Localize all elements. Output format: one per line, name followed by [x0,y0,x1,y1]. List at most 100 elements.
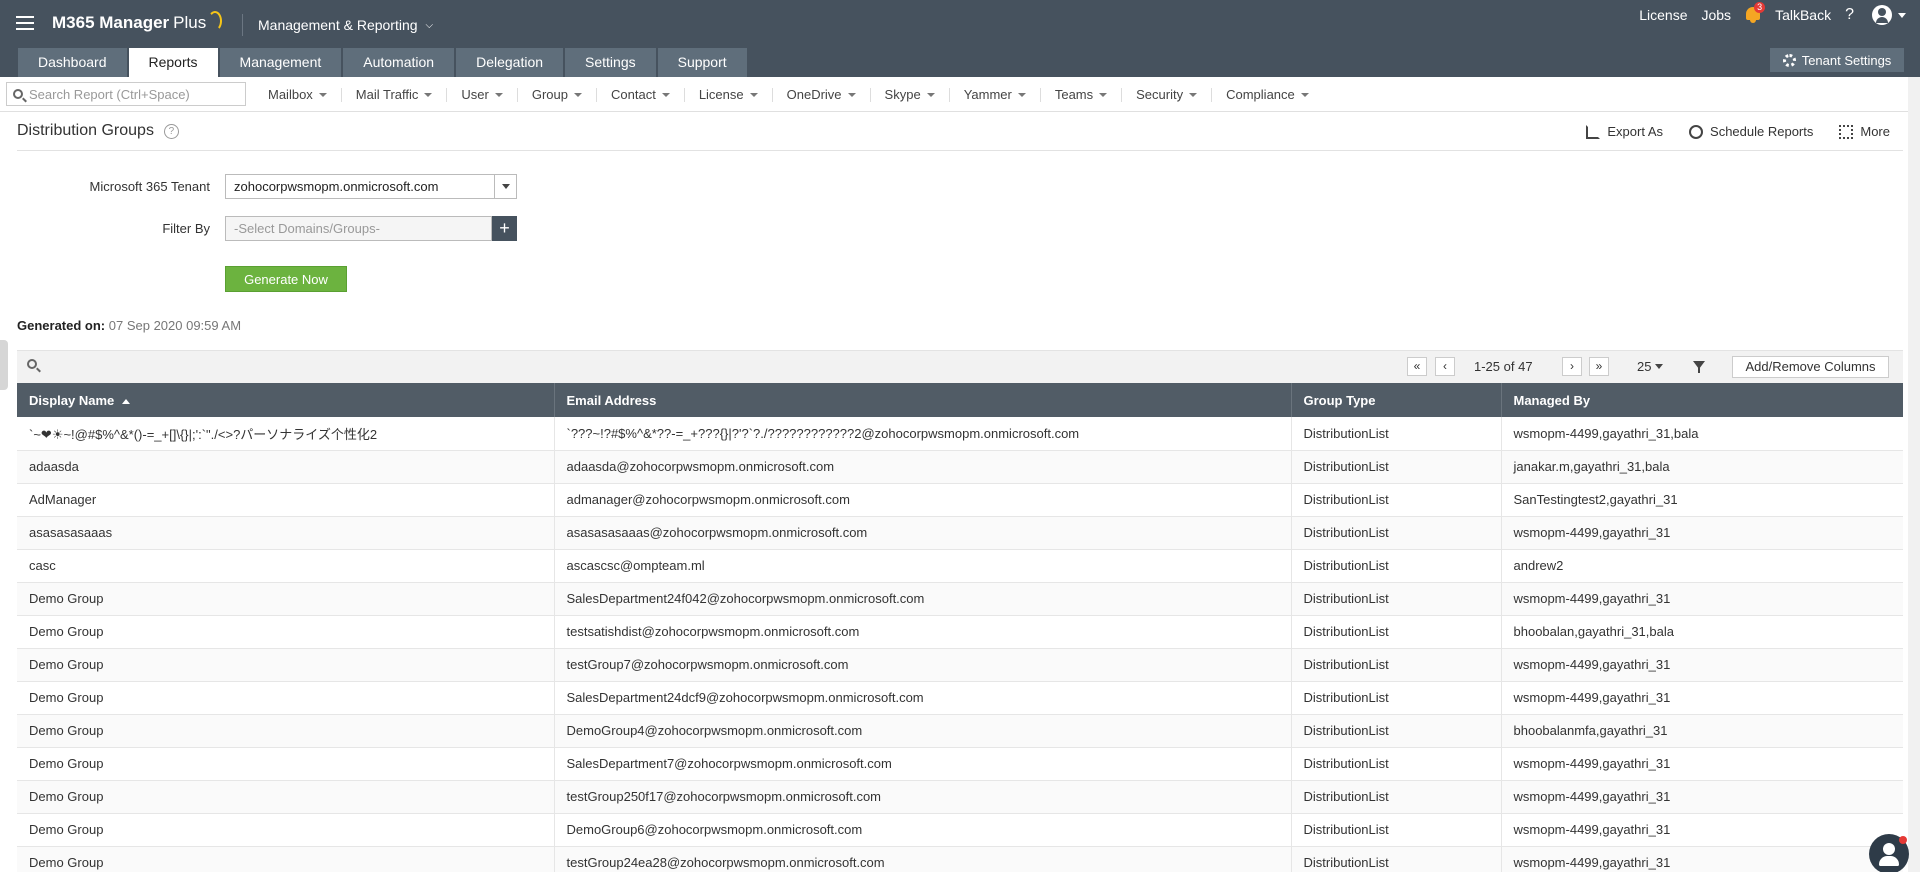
prev-page-button[interactable]: ‹ [1435,357,1455,376]
cell-managed-by: janakar.m,gayathri_31,bala [1501,450,1903,484]
chevron-down-icon [494,92,503,97]
page-scrollbar[interactable] [1908,77,1920,872]
table-row[interactable]: Demo Group SalesDepartment7@zohocorpwsmop… [17,747,1903,781]
chevron-down-icon [1655,364,1664,369]
table-row[interactable]: `~❤☀~!@#$%^&*()-=_+[]\{}|;':`"./<>?パーソナラ… [17,417,1903,451]
first-page-button[interactable]: « [1407,357,1427,376]
cell-email: asasasasaaas@zohocorpwsmopm.onmicrosoft.… [554,516,1292,550]
user-avatar-icon[interactable] [1872,5,1892,25]
grid-search-icon[interactable] [27,359,37,369]
app-name: M365 Manager [52,13,170,32]
menu-compliance[interactable]: Compliance [1212,86,1323,102]
app-logo[interactable]: M365 Manager Plus [52,11,223,33]
more-label: More [1860,124,1890,139]
rows-per-page-select[interactable]: 25 [1637,359,1664,374]
menu-contact[interactable]: Contact [597,87,685,102]
user-menu-caret-icon[interactable] [1898,12,1906,18]
menu-user[interactable]: User [447,87,518,102]
table-row[interactable]: adaasda adaasda@zohocorpwsmopm.onmicrosof… [17,450,1903,484]
add-remove-columns-button[interactable]: Add/Remove Columns [1732,356,1889,378]
generate-now-button[interactable]: Generate Now [225,266,347,292]
chevron-down-icon [318,92,327,97]
search-report-input[interactable]: Search Report (Ctrl+Space) [6,82,246,106]
cell-email: SalesDepartment24dcf9@zohocorpwsmopm.onm… [554,681,1292,715]
cell-email: testGroup250f17@zohocorpwsmopm.onmicroso… [554,780,1292,814]
menu-label: Compliance [1226,86,1295,102]
table-row[interactable]: Demo Group DemoGroup4@zohocorpwsmopm.onmi… [17,714,1903,748]
table-row[interactable]: Demo Group testGroup24ea28@zohocorpwsmopm… [17,846,1903,872]
cell-email: DemoGroup6@zohocorpwsmopm.onmicrosoft.co… [554,813,1292,847]
help-icon[interactable]: ? [1845,6,1854,24]
support-chat-icon[interactable] [1869,834,1909,872]
menu-label: Group [531,86,568,102]
tab-delegation[interactable]: Delegation [456,48,564,77]
cell-managed-by: wsmopm-4499,gayathri_31 [1501,780,1903,814]
top-right-links: License Jobs 3 TalkBack ? [1639,0,1920,30]
menu-mail-traffic[interactable]: Mail Traffic [342,87,448,102]
cell-email: testGroup7@zohocorpwsmopm.onmicrosoft.co… [554,648,1292,682]
menu-onedrive[interactable]: OneDrive [773,87,871,102]
cell-display-name: `~❤☀~!@#$%^&*()-=_+[]\{}|;':`"./<>?パーソナラ… [17,417,555,451]
chevron-down-icon [749,92,758,97]
talkback-link[interactable]: TalkBack [1775,7,1831,23]
menu-security[interactable]: Security [1122,87,1213,102]
cell-display-name: Demo Group [17,582,555,616]
table-row[interactable]: Demo Group testGroup250f17@zohocorpwsmopm… [17,780,1903,814]
menu-teams[interactable]: Teams [1041,87,1123,102]
menu-group[interactable]: Group [518,86,597,102]
cell-display-name: Demo Group [17,747,555,781]
cell-email: ascascsc@ompteam.ml [554,549,1292,583]
menu-yammer[interactable]: Yammer [950,87,1041,102]
hamburger-menu-icon[interactable] [16,16,34,32]
cell-managed-by: wsmopm-4499,gayathri_31 [1501,582,1903,616]
filter-domains-input[interactable]: -Select Domains/Groups- [225,216,492,241]
tab-automation[interactable]: Automation [343,48,455,77]
cell-group-type: DistributionList [1291,417,1502,451]
last-page-button[interactable]: » [1589,357,1609,376]
cell-email: `???~!?#$%^&*??-=_+???{}|?'?`?./????????… [554,417,1292,451]
tab-management[interactable]: Management [219,48,342,77]
menu-label: License [698,86,744,102]
schedule-reports-button[interactable]: Schedule Reports [1689,124,1813,139]
tab-reports[interactable]: Reports [128,48,218,77]
menu-license[interactable]: License [685,86,773,102]
tenant-settings-label: Tenant Settings [1801,52,1892,68]
menu-label: Skype [884,86,921,102]
cell-display-name: Demo Group [17,813,555,847]
more-button[interactable]: More [1839,124,1890,139]
column-header-display-name[interactable]: Display Name [17,383,555,417]
add-filter-button[interactable]: + [492,216,517,241]
license-link[interactable]: License [1639,7,1687,23]
tenant-settings-button[interactable]: Tenant Settings [1770,48,1904,72]
notification-bell-icon[interactable]: 3 [1745,2,1766,24]
cell-group-type: DistributionList [1291,516,1502,550]
tab-support[interactable]: Support [657,48,747,77]
table-row[interactable]: Demo Group SalesDepartment24f042@zohocorp… [17,582,1903,616]
cell-group-type: DistributionList [1291,582,1502,616]
export-as-button[interactable]: Export As [1586,124,1663,139]
tab-settings[interactable]: Settings [565,48,656,77]
table-row[interactable]: asasasasaaas asasasasaaas@zohocorpwsmopm.… [17,516,1903,550]
rows-per-page-value: 25 [1637,359,1652,374]
jobs-link[interactable]: Jobs [1701,7,1731,23]
next-page-button[interactable]: › [1562,357,1582,376]
side-panel-handle[interactable] [0,340,8,390]
product-switcher[interactable]: Management & Reporting ⌵ [258,17,433,33]
column-header-managed-by[interactable]: Managed By [1501,383,1903,417]
table-row[interactable]: casc ascascsc@ompteam.ml DistributionList a… [17,549,1903,583]
tenant-select-value: zohocorpwsmopm.onmicrosoft.com [234,179,439,194]
help-circle-icon[interactable]: ? [163,123,179,139]
table-body: `~❤☀~!@#$%^&*()-=_+[]\{}|;':`"./<>?パーソナラ… [17,417,1903,872]
tab-dashboard[interactable]: Dashboard [18,48,127,77]
filter-funnel-icon[interactable] [1693,361,1705,373]
table-row[interactable]: AdManager admanager@zohocorpwsmopm.onmicr… [17,483,1903,517]
column-header-email[interactable]: Email Address [554,383,1292,417]
table-row[interactable]: Demo Group testsatishdist@zohocorpwsmopm.… [17,615,1903,649]
menu-mailbox[interactable]: Mailbox [254,87,342,102]
table-row[interactable]: Demo Group DemoGroup6@zohocorpwsmopm.onmi… [17,813,1903,847]
table-row[interactable]: Demo Group testGroup7@zohocorpwsmopm.onmi… [17,648,1903,682]
column-header-group-type[interactable]: Group Type [1291,383,1502,417]
tenant-select[interactable]: zohocorpwsmopm.onmicrosoft.com [225,174,517,199]
menu-skype[interactable]: Skype [871,86,950,102]
table-row[interactable]: Demo Group SalesDepartment24dcf9@zohocorp… [17,681,1903,715]
